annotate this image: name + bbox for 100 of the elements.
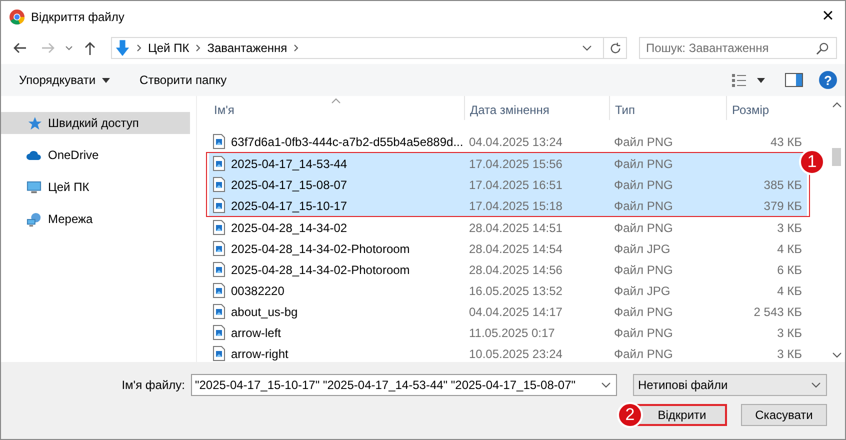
file-row[interactable]: 2025-04-17_14-53-44 17.04.2025 15:56 Файл PNG: [209, 153, 807, 174]
type-cell-text: Файл PNG: [613, 198, 674, 212]
file-name: arrow-left: [231, 326, 282, 340]
file-row[interactable]: about_us-bg 04.04.2025 14:17 Файл PNG 2 543 КБ: [209, 301, 807, 322]
app-icon: [9, 8, 25, 24]
help-button[interactable]: ?: [819, 71, 837, 89]
column-header[interactable]: Тип: [609, 96, 726, 120]
sidebar-item[interactable]: Швидкий доступ: [1, 112, 190, 134]
image-file-icon: [213, 198, 225, 213]
size-cell: 4 КБ: [777, 284, 802, 298]
size-cell: 4 КБ: [777, 242, 802, 256]
date-cell-text: 17.04.2025 15:56: [468, 156, 564, 170]
date-cell-text: 10.05.2025 23:24: [468, 346, 564, 360]
file-row[interactable]: arrow-right 10.05.2025 23:24 Файл PNG 3 КБ: [209, 343, 807, 364]
preview-pane-icon[interactable]: [785, 73, 803, 87]
type-cell-text: Файл PNG: [613, 262, 674, 276]
type-cell-text: Файл PNG: [613, 326, 674, 340]
search-field[interactable]: Пошук: Завантаження: [639, 37, 837, 59]
search-icon: [816, 42, 829, 55]
size-cell: 43 КБ: [770, 134, 802, 148]
image-file-icon: [213, 241, 225, 256]
file-name: arrow-right: [231, 346, 288, 360]
size-cell: 3 КБ: [777, 220, 802, 234]
file-name: 2025-04-17_15-10-17: [231, 198, 348, 212]
annotation-badge: 1: [799, 149, 825, 175]
sidebar-item[interactable]: Цей ПК: [1, 176, 196, 198]
column-header[interactable]: Ім'я: [209, 96, 464, 120]
size-cell: 385 КБ: [764, 178, 802, 192]
file-name: 2025-04-28_14-34-02-Photoroom: [231, 262, 410, 276]
chevron-down-icon: [601, 381, 611, 389]
date-cell-text: 28.04.2025 14:56: [468, 262, 564, 276]
column-header[interactable]: Дата змінення: [464, 96, 609, 120]
date-cell-text: 28.04.2025 14:54: [468, 242, 564, 256]
breadcrumb-item[interactable]: Завантаження: [207, 41, 288, 55]
image-file-icon: [213, 134, 225, 149]
file-name: 2025-04-28_14-34-02: [231, 220, 348, 234]
date-cell-text: 11.05.2025 0:17: [468, 326, 556, 340]
close-button[interactable]: ×: [811, 5, 845, 28]
chevron-down-icon[interactable]: [582, 44, 592, 52]
file-name: 00382220: [231, 284, 284, 298]
star-icon: [26, 116, 42, 130]
new-folder-button[interactable]: Створити папку: [140, 73, 227, 87]
chevron-down-icon: [811, 381, 821, 389]
image-file-icon: [213, 220, 225, 235]
size-cell: 3 КБ: [777, 346, 802, 360]
file-row[interactable]: arrow-left 11.05.2025 0:17 Файл PNG 3 КБ: [209, 322, 807, 343]
image-file-icon: [213, 156, 225, 171]
chevron-down-icon[interactable]: [65, 44, 73, 52]
file-name: about_us-bg: [231, 304, 298, 318]
sidebar-item[interactable]: Мережа: [1, 208, 196, 230]
column-header[interactable]: Розмір: [726, 96, 806, 120]
file-row[interactable]: 2025-04-17_15-08-07 17.04.2025 16:51 Файл PNG 385 КБ: [209, 174, 807, 195]
download-arrow-icon: [115, 40, 130, 56]
network-icon: [26, 212, 42, 226]
file-row[interactable]: 00382220 16.05.2025 13:52 Файл JPG 4 КБ: [209, 280, 807, 301]
type-cell-text: Файл PNG: [613, 178, 674, 192]
image-file-icon: [213, 325, 225, 340]
chevron-right-icon: [293, 44, 300, 52]
image-file-icon: [213, 283, 225, 298]
date-cell-text: 17.04.2025 15:18: [468, 198, 564, 212]
type-cell-text: Файл PNG: [613, 304, 674, 318]
file-row[interactable]: 2025-04-28_14-34-02 28.04.2025 14:51 Файл PNG 3 КБ: [209, 217, 807, 238]
file-type-dropdown[interactable]: Нетипові файли: [633, 374, 827, 396]
dialog-button[interactable]: Скасувати: [741, 404, 827, 426]
size-cell: 3 КБ: [777, 326, 802, 340]
window-title: Відкриття файлу: [31, 10, 124, 24]
image-file-icon: [213, 304, 225, 319]
type-cell-text: Файл PNG: [613, 134, 674, 148]
size-cell: 6 КБ: [777, 262, 802, 276]
file-name: 2025-04-28_14-34-02-Photoroom: [231, 242, 410, 256]
breadcrumb-item[interactable]: Цей ПК: [148, 41, 190, 55]
file-row[interactable]: 2025-04-17_15-10-17 17.04.2025 15:18 Файл PNG 379 КБ: [209, 195, 807, 216]
dialog-button[interactable]: Відкрити: [637, 404, 727, 426]
annotation-badge: 2: [617, 402, 643, 428]
type-cell-text: Файл PNG: [613, 156, 674, 170]
type-cell-text: Файл PNG: [613, 346, 674, 360]
file-name-field[interactable]: "2025-04-17_15-10-17" "2025-04-17_14-53-44" "2025-04-17_15-08-07": [191, 374, 617, 396]
scroll-up-icon[interactable]: [832, 102, 842, 108]
date-cell-text: 04.04.2025 14:17: [468, 304, 564, 318]
file-name: 63f7d6a1-0fb3-444c-a7b2-d55b4a5e889d...: [231, 134, 464, 148]
caret-icon: [102, 78, 110, 82]
size-cell: 2 543 КБ: [754, 304, 802, 318]
date-cell-text: 04.04.2025 13:24: [468, 134, 564, 148]
view-list-icon[interactable]: [731, 73, 747, 87]
type-cell-text: Файл JPG: [613, 242, 672, 256]
size-cell: 379 КБ: [764, 198, 802, 212]
address-bar[interactable]: Цей ПК Завантаження: [111, 37, 627, 59]
caret-icon[interactable]: [757, 78, 765, 82]
file-row[interactable]: 2025-04-28_14-34-02-Photoroom 28.04.2025 14:56 Файл PNG 6 КБ: [209, 259, 807, 280]
scroll-thumb[interactable]: [832, 148, 841, 166]
file-row[interactable]: 2025-04-28_14-34-02-Photoroom 28.04.2025 14:54 Файл JPG 4 КБ: [209, 238, 807, 259]
file-name-label: Ім'я файлу:: [122, 378, 185, 392]
organize-menu-button[interactable]: Упорядкувати: [19, 73, 110, 87]
file-row[interactable]: 63f7d6a1-0fb3-444c-a7b2-d55b4a5e889d... 04.04.2025 13:24 Файл PNG 43 КБ: [209, 131, 807, 152]
scroll-down-icon[interactable]: [832, 352, 842, 358]
date-cell-text: 28.04.2025 14:51: [468, 220, 564, 234]
sidebar-item[interactable]: OneDrive: [1, 144, 196, 166]
file-name: 2025-04-17_14-53-44: [231, 156, 348, 170]
file-name: 2025-04-17_15-08-07: [231, 178, 348, 192]
date-cell-text: 17.04.2025 16:51: [468, 178, 564, 192]
